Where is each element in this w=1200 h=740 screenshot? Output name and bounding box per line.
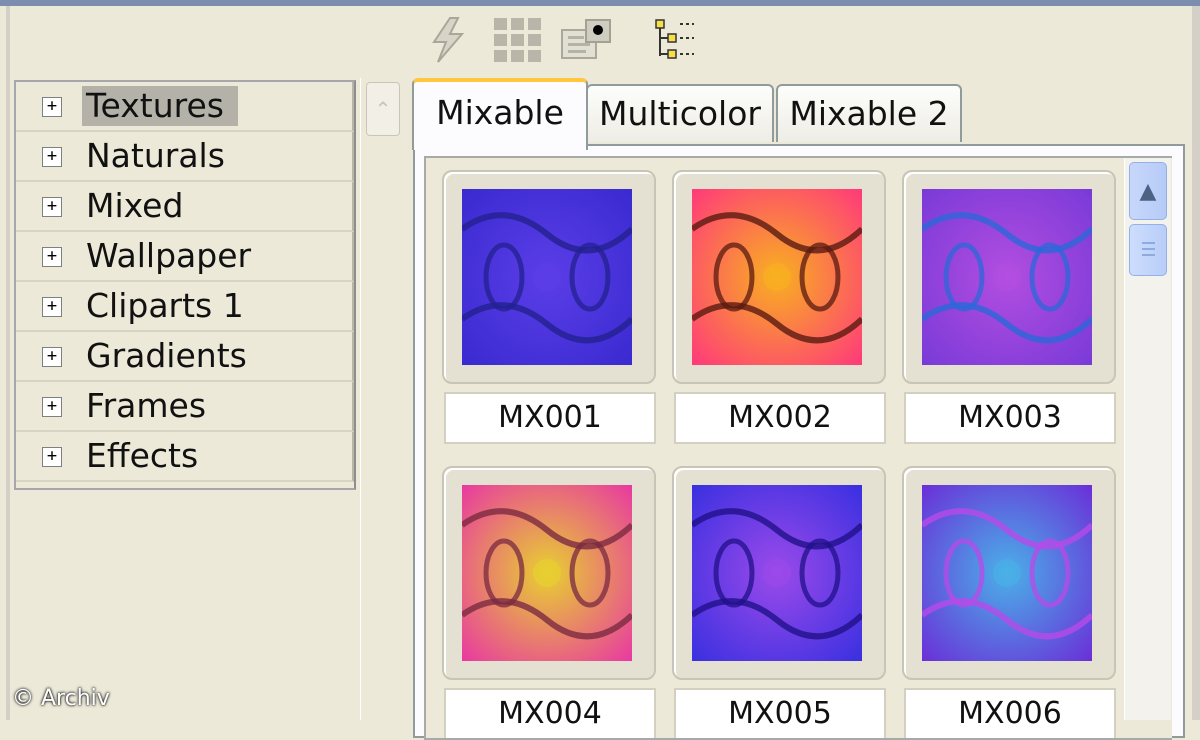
grip-line (1142, 248, 1155, 250)
texture-image (462, 485, 632, 661)
category-item-naturals[interactable]: + Naturals (16, 132, 354, 182)
texture-thumbnail[interactable] (442, 466, 656, 680)
texture-thumbnail[interactable] (902, 170, 1116, 384)
category-item-effects[interactable]: + Effects (16, 432, 354, 482)
grip-line (1142, 254, 1155, 256)
texture-image (462, 189, 632, 365)
category-scrollbar[interactable] (360, 78, 401, 720)
scroll-up-button[interactable]: ▲ (1129, 162, 1167, 220)
texture-grid: MX001 MX002 MX003 MX004 MX005 MX006 (424, 156, 1172, 740)
image-folder-icon (561, 19, 611, 59)
category-item-textures[interactable]: + Textures (16, 82, 354, 132)
texture-thumbnail[interactable] (442, 170, 656, 384)
texture-image (692, 189, 862, 365)
expand-icon[interactable]: + (42, 447, 62, 467)
texture-label: MX002 (674, 392, 886, 444)
tree-icon (655, 19, 694, 59)
texture-thumbnail[interactable] (672, 170, 886, 384)
expand-icon[interactable]: + (42, 97, 62, 117)
scroll-up-button[interactable]: ⌃ (366, 82, 400, 136)
texture-image (692, 485, 862, 661)
category-tree: + Textures + Naturals + Mixed + Wallpape… (14, 80, 356, 490)
texture-label: MX004 (444, 688, 656, 738)
grid-icon (494, 18, 541, 62)
tab-mixable[interactable]: Mixable (412, 78, 588, 150)
category-label: Effects (86, 436, 199, 475)
category-item-frames[interactable]: + Frames (16, 382, 354, 432)
category-label: Textures (82, 86, 238, 126)
tab-bar: Mixable Multicolor Mixable 2 (410, 78, 970, 150)
copyright-watermark: © Archiv (12, 686, 110, 711)
category-label: Wallpaper (86, 236, 252, 275)
tab-mixable-2[interactable]: Mixable 2 (776, 84, 962, 142)
texture-label: MX005 (674, 688, 886, 738)
lightning-icon (432, 17, 465, 63)
texture-label: MX003 (904, 392, 1116, 444)
scrollbar-thumb[interactable] (1129, 224, 1167, 276)
lightning-button[interactable] (420, 12, 476, 68)
category-item-cliparts-1[interactable]: + Cliparts 1 (16, 282, 354, 332)
tab-multicolor[interactable]: Multicolor (586, 84, 774, 142)
category-item-mixed[interactable]: + Mixed (16, 182, 354, 232)
expand-icon[interactable]: + (42, 147, 62, 167)
texture-image (922, 189, 1092, 365)
category-label: Frames (86, 386, 207, 425)
image-folder-button[interactable] (558, 12, 614, 68)
texture-thumbnail[interactable] (902, 466, 1116, 680)
grid-view-button[interactable] (490, 12, 546, 68)
window-right-border (1192, 6, 1200, 720)
grip-line (1142, 242, 1155, 244)
expand-icon[interactable]: + (42, 397, 62, 417)
texture-thumbnail[interactable] (672, 466, 886, 680)
tree-view-button[interactable] (646, 12, 702, 68)
toolbar (420, 12, 720, 68)
texture-label: MX001 (444, 392, 656, 444)
chevron-up-icon: ⌃ (374, 97, 392, 121)
window-top-border (0, 0, 1200, 6)
window-left-border (6, 6, 10, 720)
chevron-up-icon: ▲ (1139, 178, 1157, 204)
expand-icon[interactable]: + (42, 247, 62, 267)
expand-icon[interactable]: + (42, 197, 62, 217)
vertical-scrollbar[interactable]: ▲ (1124, 158, 1171, 720)
category-label: Gradients (86, 336, 247, 375)
category-item-gradients[interactable]: + Gradients (16, 332, 354, 382)
texture-image (922, 485, 1092, 661)
expand-icon[interactable]: + (42, 347, 62, 367)
category-item-wallpaper[interactable]: + Wallpaper (16, 232, 354, 282)
category-label: Mixed (86, 186, 184, 225)
category-label: Cliparts 1 (86, 286, 244, 325)
category-label: Naturals (86, 136, 225, 175)
expand-icon[interactable]: + (42, 297, 62, 317)
texture-label: MX006 (904, 688, 1116, 738)
